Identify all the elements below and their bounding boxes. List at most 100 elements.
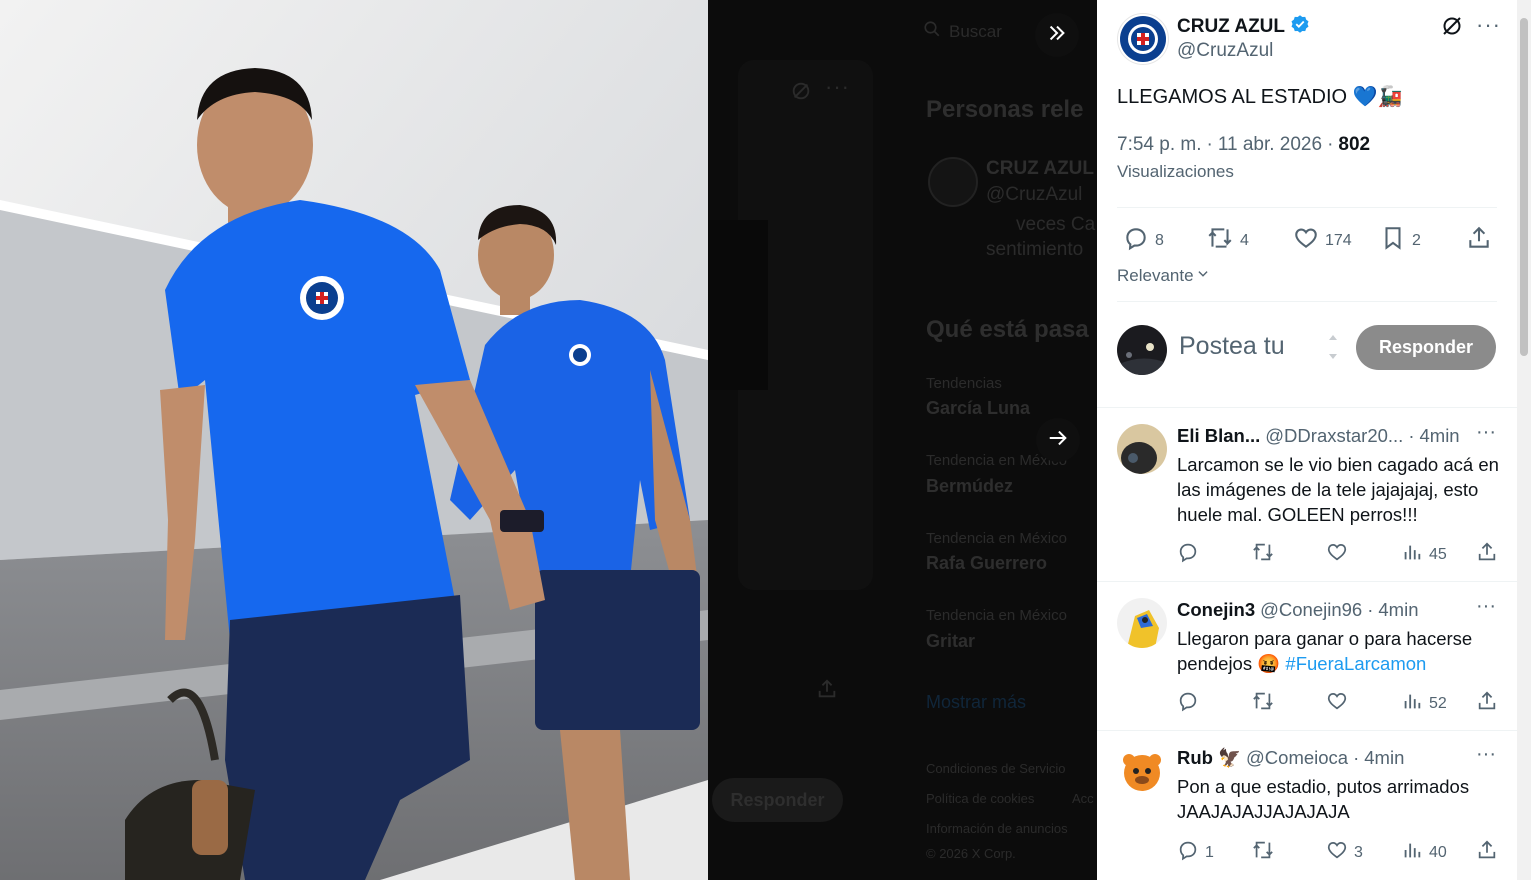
repost-button[interactable]	[1251, 690, 1281, 717]
reply-text: Llegaron para ganar o para hacerse pende…	[1177, 626, 1507, 676]
bookmark-icon	[1380, 225, 1406, 256]
reply-icon	[1123, 225, 1149, 256]
footer-link: Información de anuncios	[926, 821, 1068, 836]
composer-input[interactable]: Postea tu	[1179, 332, 1285, 361]
share-button[interactable]	[1466, 225, 1492, 256]
reply-button[interactable]: 1	[1177, 839, 1214, 866]
post-date[interactable]: 11 abr. 2026	[1218, 134, 1322, 156]
hashtag-link[interactable]: #FueraLarcamon	[1285, 653, 1426, 674]
background-people-bio-2: sentimiento	[986, 239, 1084, 260]
reply-author-handle[interactable]: @DDraxstar20...	[1265, 425, 1403, 447]
repost-button[interactable]: 4	[1206, 225, 1249, 256]
author-avatar[interactable]	[1117, 13, 1169, 65]
reply-text: Pon a que estadio, putos arrimados JAAJA…	[1177, 776, 1470, 822]
reply-item[interactable]: Conejin3 @Conejin96 · 4min ··· Llegaron …	[1097, 582, 1517, 730]
author-name[interactable]: CRUZ AZUL	[1177, 16, 1285, 38]
sort-dropdown[interactable]: Relevante	[1117, 266, 1210, 286]
more-icon[interactable]: ···	[1476, 743, 1496, 766]
like-button[interactable]: 3	[1326, 839, 1363, 866]
grok-icon[interactable]	[1440, 14, 1464, 43]
repost-icon	[1251, 690, 1275, 717]
panel-scrollbar[interactable]	[1517, 0, 1531, 880]
footer-link: Política de cookies	[926, 791, 1035, 806]
more-icon[interactable]: ···	[1476, 12, 1501, 38]
like-button[interactable]: 174	[1293, 225, 1352, 256]
views-button[interactable]: 40	[1401, 839, 1447, 866]
reply-button[interactable]: 8	[1123, 225, 1164, 256]
trend-name[interactable]: Gritar	[926, 631, 975, 652]
reply-button[interactable]	[1177, 541, 1205, 568]
more-icon[interactable]: ···	[1476, 421, 1496, 444]
share-icon	[1476, 839, 1498, 866]
separator-dot: ·	[1408, 425, 1415, 446]
reply-item[interactable]: Rub 🦅 @Comeioca · 4min ··· Pon a que est…	[1097, 731, 1517, 880]
like-button[interactable]	[1326, 690, 1354, 717]
share-icon	[1466, 225, 1492, 256]
repost-icon	[1251, 839, 1275, 866]
like-icon	[1326, 541, 1348, 568]
collapse-double-chevron-icon	[1046, 22, 1068, 49]
reply-author-name[interactable]: Conejin3	[1177, 599, 1255, 621]
trend-name[interactable]: Rafa Guerrero	[926, 553, 1047, 574]
share-button[interactable]	[1476, 839, 1498, 866]
reply-time[interactable]: 4min	[1378, 599, 1418, 621]
post-media-photo[interactable]	[0, 0, 708, 880]
trend-name[interactable]: Bermúdez	[926, 476, 1013, 497]
background-people-name: CRUZ AZUL	[986, 158, 1094, 179]
separator-dot: ·	[1327, 134, 1334, 155]
trend-context: Tendencia en México	[926, 607, 1067, 624]
reply-author-name[interactable]: Rub	[1177, 747, 1213, 769]
reply-item[interactable]: Eli Blan... @DDraxstar20... · 4min ··· L…	[1097, 408, 1517, 580]
background-more-icon: ···	[825, 74, 850, 99]
user-avatar[interactable]	[1117, 325, 1167, 375]
players-photo	[0, 0, 708, 880]
share-button[interactable]	[1476, 690, 1498, 717]
post-detail-panel: CRUZ AZUL @CruzAzul ··· LLEGAMOS AL ESTA…	[1097, 0, 1517, 880]
share-button[interactable]	[1476, 541, 1498, 568]
reply-author-name[interactable]: Eli Blan...	[1177, 425, 1260, 447]
reply-button[interactable]	[1177, 690, 1205, 717]
post-time[interactable]: 7:54 p. m.	[1117, 134, 1202, 156]
search-bar[interactable]: Buscar	[923, 20, 1002, 43]
bookmark-count: 2	[1412, 231, 1421, 249]
views-button[interactable]: 52	[1401, 690, 1447, 717]
footer-link: Condiciones de Servicio	[926, 761, 1066, 776]
separator-dot: ·	[1353, 747, 1360, 768]
reply-author-handle[interactable]: @Comeioca	[1246, 747, 1348, 769]
next-media-button[interactable]	[1036, 418, 1080, 462]
views-count: 802	[1338, 134, 1371, 155]
reply-count: 1	[1205, 843, 1214, 861]
more-icon[interactable]: ···	[1476, 595, 1496, 618]
repost-button[interactable]	[1251, 541, 1281, 568]
collapse-panel-button[interactable]	[1035, 13, 1079, 57]
repost-count: 4	[1240, 231, 1249, 249]
reply-avatar[interactable]	[1117, 424, 1167, 474]
scrollbar-thumb[interactable]	[1520, 18, 1528, 356]
views-icon	[1401, 690, 1423, 717]
background-people-handle: @CruzAzul	[986, 184, 1083, 205]
reply-author-handle[interactable]: @Conejin96	[1260, 599, 1362, 621]
search-placeholder: Buscar	[949, 21, 1002, 41]
reply-icon	[1177, 541, 1199, 568]
reply-time[interactable]: 4min	[1364, 747, 1404, 769]
like-count: 174	[1325, 231, 1352, 249]
reply-submit-button[interactable]: Responder	[1356, 325, 1496, 370]
background-show-more[interactable]: Mostrar más	[926, 692, 1026, 713]
repost-button[interactable]	[1251, 839, 1281, 866]
trend-context: Tendencia en México	[926, 530, 1067, 547]
author-emoji-badge: 🦅	[1217, 747, 1242, 768]
views-button[interactable]: 45	[1401, 541, 1447, 568]
separator-dot: ·	[1206, 134, 1213, 155]
views-count: 40	[1429, 843, 1447, 861]
like-button[interactable]	[1326, 541, 1354, 568]
author-handle[interactable]: @CruzAzul	[1177, 40, 1273, 62]
reply-avatar[interactable]	[1117, 598, 1167, 648]
views-icon	[1401, 839, 1423, 866]
reply-avatar[interactable]	[1117, 746, 1167, 796]
divider	[1117, 207, 1497, 208]
background-reply-button: Responder	[712, 778, 843, 822]
reply-time[interactable]: 4min	[1420, 425, 1460, 447]
bookmark-button[interactable]: 2	[1380, 225, 1421, 256]
trend-name[interactable]: García Luna	[926, 398, 1030, 419]
footer-copyright: © 2026 X Corp.	[926, 846, 1016, 861]
